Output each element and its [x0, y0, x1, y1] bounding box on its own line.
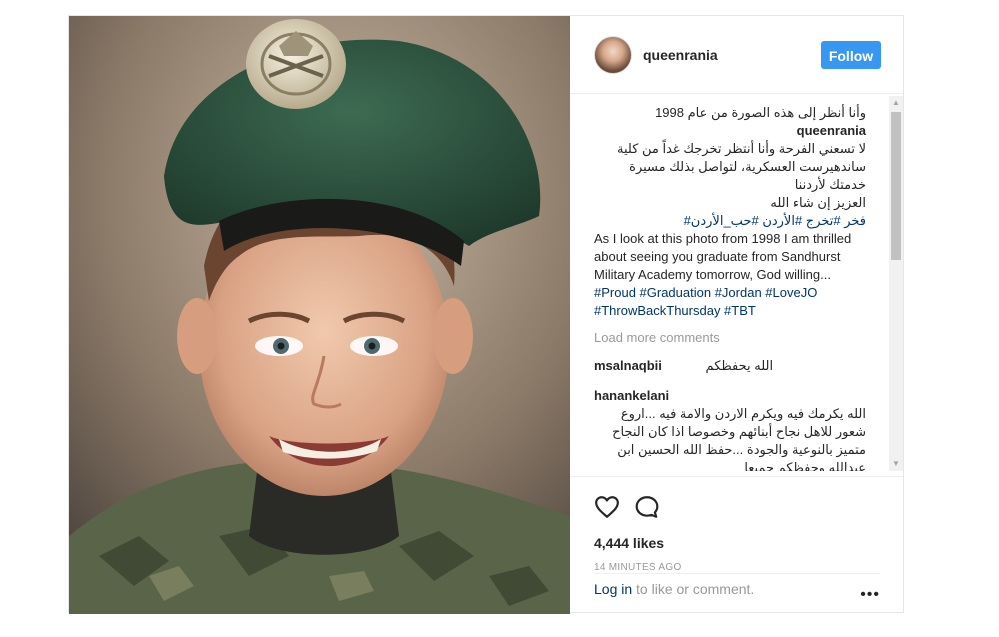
comment-username[interactable]: msalnaqbii — [594, 358, 662, 373]
login-prompt-text: to like or comment. — [632, 581, 755, 597]
post-photo[interactable] — [69, 16, 570, 614]
avatar[interactable] — [594, 36, 632, 74]
comment-bubble-icon[interactable] — [634, 494, 660, 520]
login-prompt: Log in to like or comment. — [594, 581, 754, 597]
caption: وأنا أنظر إلى هذه الصورة من عام 1998 que… — [594, 104, 866, 320]
caption-username[interactable]: queenrania — [797, 123, 866, 138]
header-username[interactable]: queenrania — [643, 47, 718, 63]
caption-arabic-line-2: ساندهيرست العسكرية، لتواصل بذلك مسيرة خد… — [629, 159, 866, 192]
caption-arabic-hashtags[interactable]: فخر #تخرج #الأردن #حب_الأردن# — [594, 212, 866, 230]
post-timestamp: 14 MINUTES AGO — [594, 562, 682, 573]
post-card: queenrania Follow وأنا أنظر إلى هذه الصو… — [68, 15, 904, 614]
comment-username[interactable]: hanankelani — [594, 387, 866, 405]
comments-list[interactable]: وأنا أنظر إلى هذه الصورة من عام 1998 que… — [570, 96, 890, 471]
likes-count[interactable]: 4,444 likes — [594, 535, 664, 551]
caption-english: As I look at this photo from 1998 I am t… — [594, 231, 852, 282]
comment-text: الله يحفظكم — [705, 358, 774, 373]
follow-button[interactable]: Follow — [821, 41, 881, 69]
comment-item: msalnaqbii الله يحفظكم — [594, 357, 866, 375]
scroll-down-arrow-icon[interactable]: ▼ — [889, 457, 903, 471]
comments-scrollbar[interactable]: ▲ ▼ — [889, 96, 903, 471]
post-side-panel: queenrania Follow وأنا أنظر إلى هذه الصو… — [570, 16, 903, 614]
scroll-up-arrow-icon[interactable]: ▲ — [889, 96, 903, 110]
caption-hashtags[interactable]: #Proud #Graduation #Jordan #LoveJO #Thro… — [594, 284, 866, 320]
load-more-comments-link[interactable]: Load more comments — [594, 330, 866, 345]
post-header: queenrania Follow — [570, 16, 903, 94]
caption-first-line: وأنا أنظر إلى هذه الصورة من عام 1998 que… — [594, 104, 866, 140]
caption-arabic-line-3: العزيز إن شاء الله — [770, 195, 866, 210]
scroll-thumb[interactable] — [891, 112, 901, 260]
caption-arabic-line-1: لا تسعني الفرحة وأنا أنتظر تخرجك غداً من… — [617, 141, 866, 156]
comment-text: الله يكرمك فيه ويكرم الاردن والامة فيه .… — [612, 406, 866, 471]
heart-icon[interactable] — [594, 494, 620, 520]
comment-item: hanankelani الله يكرمك فيه ويكرم الاردن … — [594, 387, 866, 471]
login-link[interactable]: Log in — [594, 581, 632, 597]
photo-illustration — [69, 16, 570, 614]
comments-content: وأنا أنظر إلى هذه الصورة من عام 1998 que… — [594, 104, 866, 471]
post-footer: Log in to like or comment. ••• — [594, 573, 880, 613]
more-options-icon[interactable]: ••• — [860, 586, 880, 604]
caption-arabic-first: وأنا أنظر إلى هذه الصورة من عام 1998 — [655, 105, 866, 120]
